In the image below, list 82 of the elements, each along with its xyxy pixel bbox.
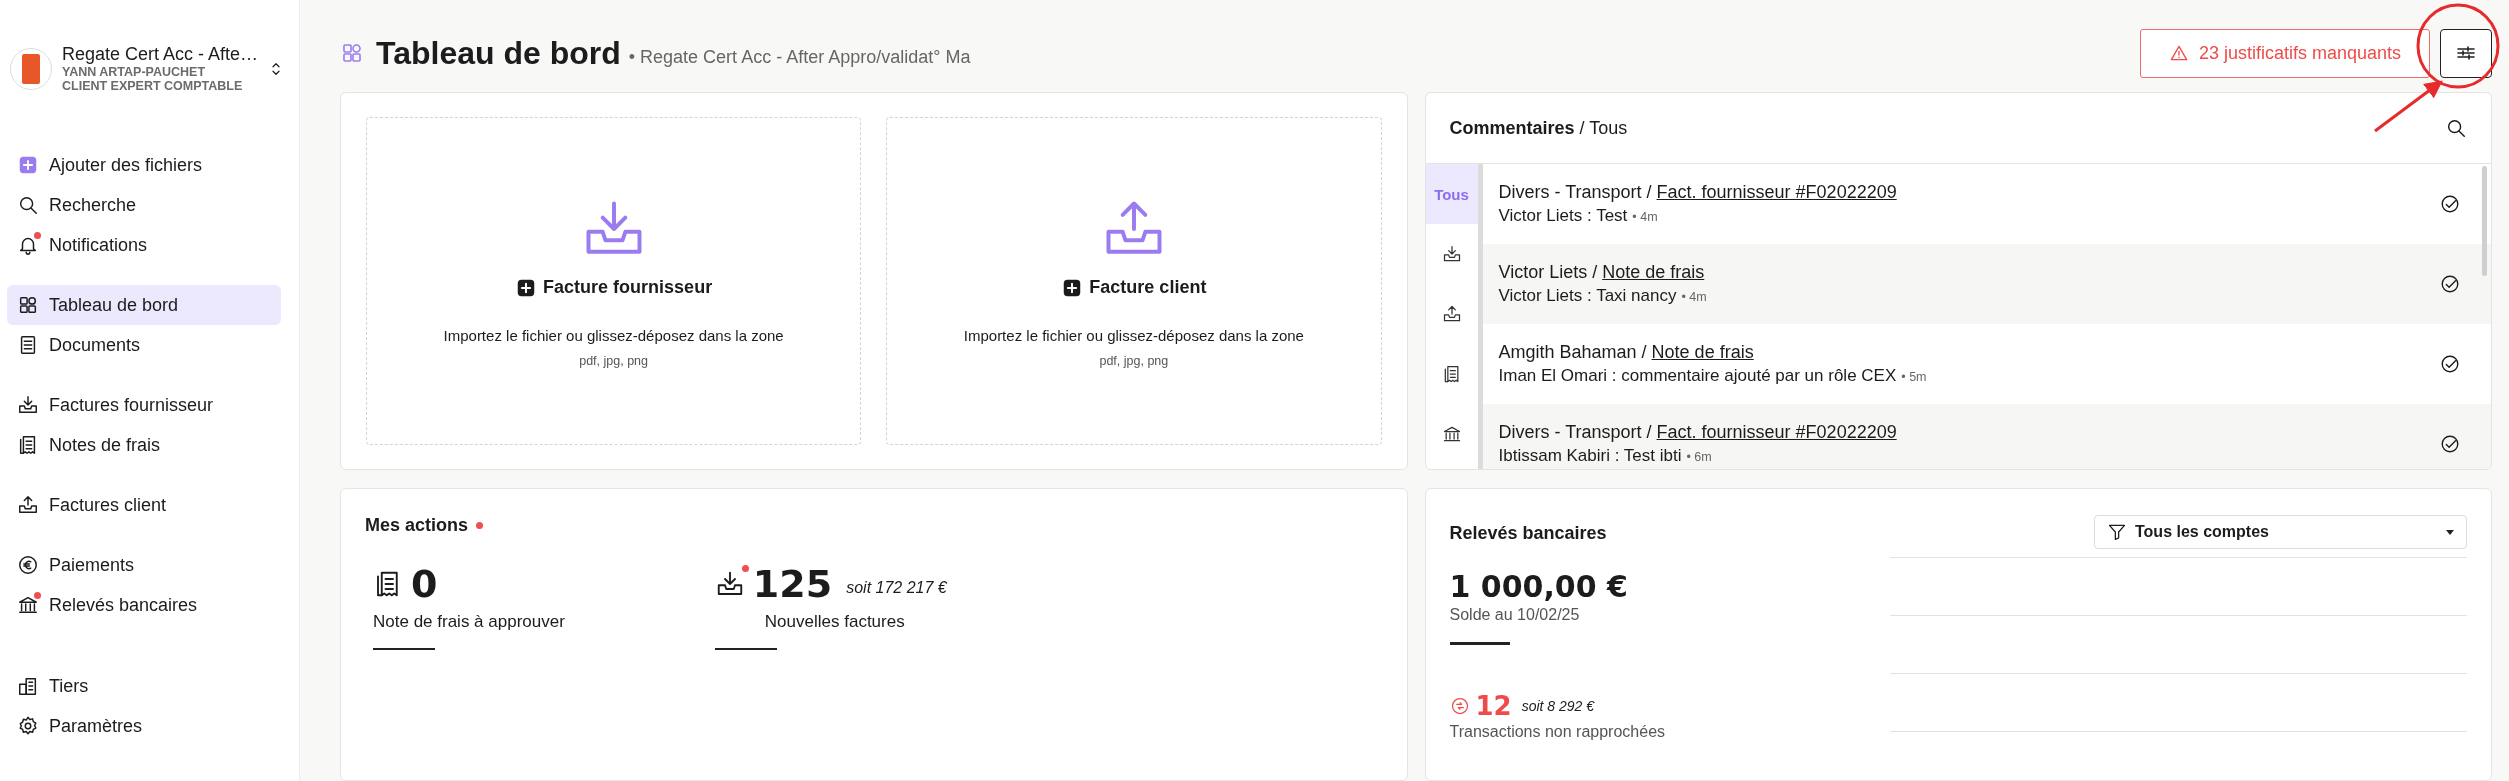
- check-circle-icon[interactable]: [2439, 193, 2461, 215]
- annotation-arrow: [2374, 80, 2443, 133]
- upload-label: Facture fournisseur: [515, 276, 713, 299]
- comment-subject: Divers - Transport / Fact. fournisseur #F02022209: [1498, 182, 1897, 203]
- comment-time: • 4m: [1681, 290, 1707, 304]
- document-link[interactable]: Note de frais: [1602, 262, 1705, 282]
- page-subtitle: • Regate Cert Acc - After Appro/validat° Ma: [628, 46, 971, 68]
- check-circle-icon[interactable]: [2439, 353, 2461, 375]
- filter-icon: [2107, 522, 2127, 542]
- bank-icon: [17, 594, 39, 616]
- nav-item[interactable]: Recherche: [7, 185, 281, 225]
- comment-time: • 4m: [1632, 210, 1658, 224]
- grid-icon: [17, 294, 39, 316]
- check-circle-icon[interactable]: [2439, 433, 2461, 455]
- unmatched-amount: soit 8 292 €: [1521, 698, 1595, 714]
- comment-time: • 5m: [1901, 370, 1927, 384]
- document-link[interactable]: Fact. fournisseur #F02022209: [1656, 422, 1897, 442]
- comment-subject: Victor Liets / Note de frais: [1498, 262, 1706, 283]
- unmatched-count: 12: [1475, 691, 1512, 721]
- upload-drop-zone[interactable]: Facture client Importez le fichier ou glissez-déposez dans la zone pdf, jpg, png: [886, 117, 1382, 445]
- comment-text: Victor Liets : Test: [1498, 206, 1628, 226]
- upload-drop-zone[interactable]: Facture fournisseur Importez le fichier ou glissez-déposez dans la zone pdf, jpg, png: [366, 117, 862, 445]
- file-formats: pdf, jpg, png: [1099, 353, 1169, 368]
- unmatched-label: Transactions non rapprochées: [1449, 723, 1667, 741]
- panel-title: Commentaires / Tous: [1449, 117, 1628, 139]
- comment-subject: Amgith Bahaman / Note de frais: [1498, 342, 1755, 363]
- nav-item[interactable]: Tableau de bord: [7, 285, 281, 325]
- user-role: CLIENT EXPERT COMPTABLE: [62, 79, 244, 93]
- file-formats: pdf, jpg, png: [579, 353, 649, 368]
- upload-hint: Importez le fichier ou glissez-déposez dans la zone: [443, 326, 784, 344]
- euro-icon: [17, 554, 39, 576]
- inbox-upload-icon: [17, 494, 39, 516]
- nav-item[interactable]: Relevés bancaires: [7, 585, 281, 625]
- card-title: Relevés bancaires: [1449, 523, 1607, 544]
- nav-item[interactable]: Notifications: [7, 225, 281, 265]
- nav-item[interactable]: Paiements: [7, 545, 281, 585]
- unmatched-icon: [1449, 696, 1470, 716]
- card-title: Mes actions: [365, 515, 469, 536]
- upload-label: Facture client: [1061, 276, 1207, 299]
- comment-text: Iman El Omari : commentaire ajouté par un rôle CEX: [1498, 366, 1897, 386]
- inbox-download-icon: [1441, 244, 1462, 264]
- nav-item[interactable]: Factures fournisseur: [7, 385, 281, 425]
- company-name: Regate Cert Acc - Afte…: [62, 44, 257, 65]
- nav-item[interactable]: Documents: [7, 325, 281, 365]
- caret-icon: [2446, 529, 2454, 535]
- nav-item[interactable]: Notes de frais: [7, 425, 281, 465]
- balance-date: Solde au 10/02/25: [1449, 606, 1581, 624]
- settings-button[interactable]: [2440, 28, 2492, 78]
- comment-text: Victor Liets : Taxi nancy: [1498, 286, 1677, 306]
- buildings-icon: [17, 675, 39, 697]
- stat-value: 0: [411, 562, 438, 606]
- nav-item[interactable]: Paramètres: [7, 706, 281, 746]
- comment-time: • 6m: [1686, 450, 1712, 464]
- check-circle-icon[interactable]: [2439, 273, 2461, 295]
- settings-icon: [17, 715, 39, 737]
- balance-amount: 1 000,00 €: [1449, 569, 1629, 604]
- company-logo: [10, 47, 52, 90]
- search-icon[interactable]: [2445, 117, 2467, 139]
- grid-icon: [340, 41, 364, 65]
- page-title: Tableau de bord: [376, 34, 621, 72]
- user-name: YANN ARTAP-PAUCHET: [62, 65, 207, 79]
- warning-icon: [2169, 43, 2189, 63]
- comment-subject: Divers - Transport / Fact. fournisseur #F02022209: [1498, 422, 1897, 443]
- add-icon: [17, 154, 39, 176]
- scrollbar[interactable]: [2482, 166, 2487, 276]
- comment-text: Ibtissam Kabiri : Test ibti: [1498, 446, 1682, 466]
- missing-receipts-button[interactable]: 23 justificatifs manquants: [2140, 28, 2430, 78]
- stat-value: 125: [752, 562, 833, 606]
- inbox-upload-icon: [1441, 304, 1462, 324]
- document-link[interactable]: Note de frais: [1651, 342, 1754, 362]
- nav-item[interactable]: Ajouter des fichiers: [7, 145, 281, 185]
- stat-label: Nouvelles factures: [763, 612, 906, 632]
- stat-amount: soit 172 217 €: [846, 579, 947, 597]
- document-link[interactable]: Fact. fournisseur #F02022209: [1656, 182, 1897, 202]
- inbox-download-icon: [17, 394, 39, 416]
- stat-label: Note de frais à approuver: [373, 612, 565, 632]
- search-icon: [17, 194, 39, 216]
- nav-item[interactable]: Factures client: [7, 485, 281, 525]
- bank-icon: [1441, 424, 1462, 444]
- account-filter-dropdown[interactable]: Tous les comptes: [2094, 515, 2467, 549]
- nav-item[interactable]: Tiers: [7, 666, 281, 706]
- upload-hint: Importez le fichier ou glissez-déposez dans la zone: [963, 326, 1304, 344]
